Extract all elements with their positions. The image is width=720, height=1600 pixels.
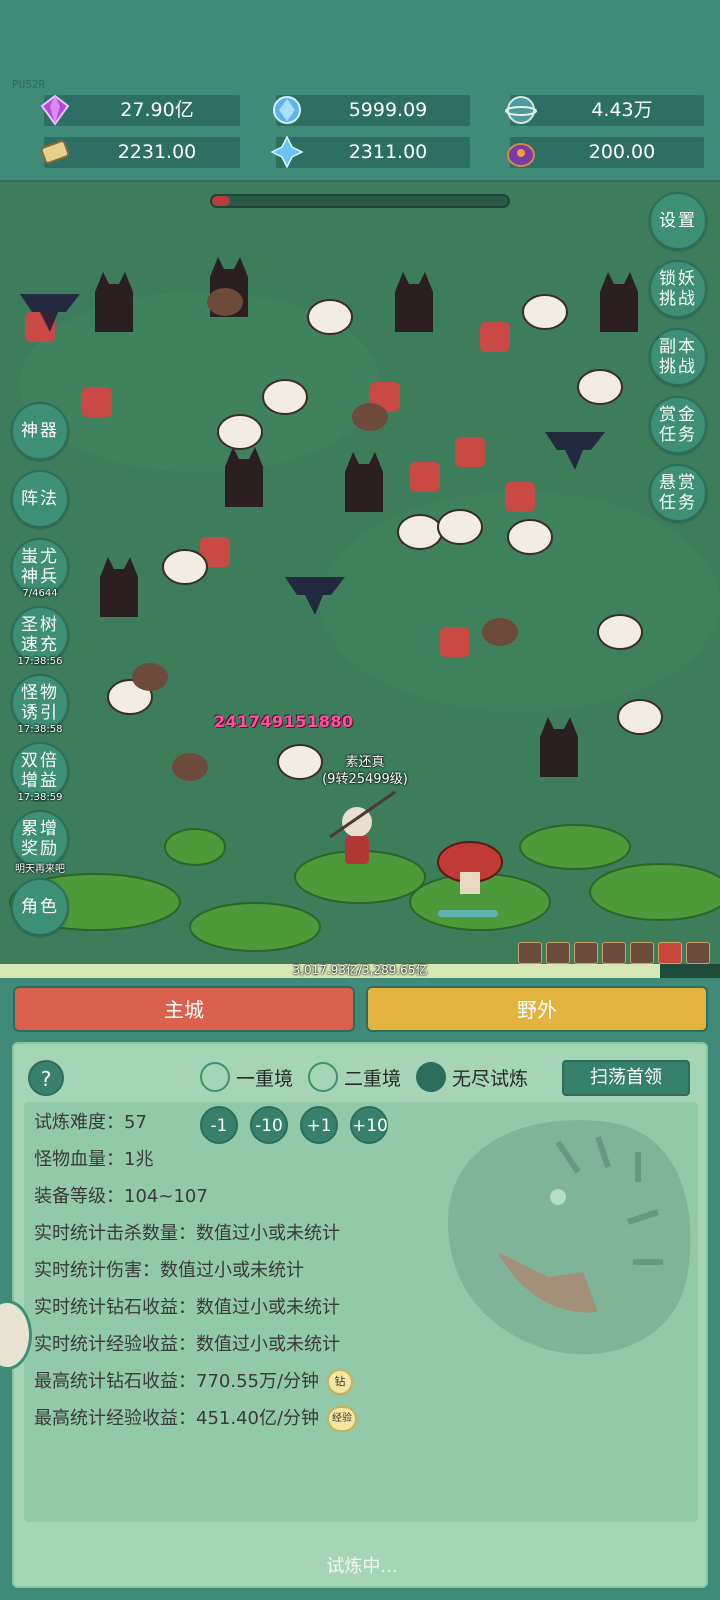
mode-tier-one-label: 一重境 [236,1067,294,1090]
chiyou-weapon-label: 蚩尤神兵 [21,547,59,587]
purple-gem-icon [40,94,70,126]
difficulty-plus-10-button[interactable]: +10 [350,1106,388,1144]
difficulty-plus-1-button[interactable]: +1 [300,1106,338,1144]
monster-lure-label: 怪物诱引 [21,683,59,723]
hero-name: 素还真 [345,755,385,770]
battle-scene [0,182,720,970]
realtime-diamond-row: 实时统计钻石收益：数值过小或未统计 [34,1297,340,1318]
double-buff-timer: 17:38:59 [17,792,63,803]
tiger-emblem-icon [448,1120,691,1355]
resource-pouch: 200.00 [507,137,704,168]
trial-status: 试炼中... [326,1556,398,1577]
dungeon-label: 副本挑战 [659,337,697,377]
resource-gem-value: 27.90亿 [120,99,194,121]
field-tab[interactable]: 野外 [366,986,708,1032]
equipment-level-row: 装备等级：104~107 [34,1186,208,1207]
difficulty-row: 试炼难度：57 [34,1110,147,1136]
difficulty-minus-1-button[interactable]: -1 [200,1106,238,1144]
main-city-tab[interactable]: 主城 [13,986,355,1032]
planet-orb-icon [505,96,537,124]
build-tag: PU52R [12,78,46,91]
dungeon-challenge-button[interactable]: 副本挑战 [649,328,707,386]
purple-pouch-icon [507,143,535,167]
difficulty-value: 57 [124,1112,147,1133]
reward-mission-button[interactable]: 悬赏任务 [649,464,707,522]
resource-ice-value: 2311.00 [348,141,428,163]
difficulty-label: 试炼难度： [34,1112,124,1133]
max-exp-text: 最高统计经验收益：451.40亿/分钟 [34,1408,320,1429]
formation-label: 阵法 [21,489,59,509]
monster-lure-timer: 17:38:58 [17,724,63,735]
character-button[interactable]: 角色 [11,878,69,936]
resource-pouch-value: 200.00 [588,141,656,163]
max-diamond-text: 最高统计钻石收益：770.55万/分钟 [34,1371,320,1392]
realtime-exp-row: 实时统计经验收益：数值过小或未统计 [34,1334,340,1355]
bounty-mission-button[interactable]: 赏金任务 [649,396,707,454]
radio-tier-two[interactable] [308,1062,338,1092]
double-buff-label: 双倍增益 [21,751,59,791]
mode-endless-trial[interactable]: 无尽试炼 [416,1062,528,1092]
realtime-kills-row: 实时统计击杀数量：数值过小或未统计 [34,1223,340,1244]
blue-crystal-icon [273,96,301,124]
sweep-boss-button[interactable]: 扫荡首领 [562,1060,690,1096]
settings-button[interactable]: 设置 [649,192,707,250]
mode-tier-one[interactable]: 一重境 [200,1062,293,1092]
stage-progress-fill [212,196,230,206]
exp-badge-icon: 经验 [327,1406,358,1432]
sacred-tree-label: 圣树速充 [21,615,59,655]
artifact-label: 神器 [21,421,59,441]
battle-field[interactable]: 设置 锁妖挑战 副本挑战 赏金任务 悬赏任务 神器 阵法 蚩尤神兵 7/4644… [0,180,720,970]
radio-endless-trial[interactable] [416,1062,446,1092]
resource-scroll: 2231.00 [40,137,240,168]
max-diamond-row: 最高统计钻石收益：770.55万/分钟钻 [34,1369,354,1395]
lock-demon-label: 锁妖挑战 [659,269,697,309]
mode-tier-two-label: 二重境 [344,1067,402,1090]
reward-label: 悬赏任务 [659,473,697,513]
bounty-label: 赏金任务 [659,405,697,445]
hero-nameplate: 素还真 (9转25499级) [300,754,430,788]
diamond-badge-icon: 钻 [327,1369,354,1395]
help-button[interactable]: ? [28,1060,64,1096]
resource-crystal-value: 5999.09 [348,99,428,121]
sacred-tree-timer: 17:38:56 [17,656,63,667]
bottom-panel: 主城 野外 ? 一重境 二重境 无尽试炼 扫荡首领 试炼难度：57 -1 -10… [0,978,720,1600]
resource-ice: 2311.00 [270,135,470,169]
formation-button[interactable]: 阵法 [11,470,69,528]
resource-scroll-value: 2231.00 [117,141,197,163]
scroll-icon [40,140,70,164]
radio-tier-one[interactable] [200,1062,230,1092]
cumulative-reward-label: 累增奖励 [21,819,59,859]
realtime-damage-row: 实时统计伤害：数值过小或未统计 [34,1260,304,1281]
resource-orb-value: 4.43万 [591,99,653,121]
trial-stats: 试炼难度：57 -1 -10 +1 +10 怪物血量：1兆 装备等级：104~1… [24,1102,698,1522]
hero-level: (9转25499级) [322,772,408,787]
ice-shard-icon [270,135,304,169]
lock-demon-challenge-button[interactable]: 锁妖挑战 [649,260,707,318]
chiyou-weapon-progress: 7/4644 [22,588,58,599]
max-exp-row: 最高统计经验收益：451.40亿/分钟 经验 [34,1406,358,1432]
resource-gem: 27.90亿 [40,94,240,126]
monster-hp-row: 怪物血量：1兆 [34,1149,154,1170]
artifact-button[interactable]: 神器 [11,402,69,460]
resource-orb: 4.43万 [505,95,704,126]
resource-header: PU52R 27.90亿 5999.09 4.43万 2231.00 2311.… [0,0,720,180]
experience-text: 3,017.93亿/3,289.65亿 [292,963,428,977]
damage-number: 241749151880 [214,712,354,731]
cumulative-reward-caption: 明天再来吧 [15,864,65,875]
resource-crystal: 5999.09 [273,95,470,126]
difficulty-minus-10-button[interactable]: -10 [250,1106,288,1144]
character-label: 角色 [21,897,59,917]
mode-endless-trial-label: 无尽试炼 [452,1067,529,1090]
settings-label: 设置 [659,211,697,231]
mode-tier-two[interactable]: 二重境 [308,1062,401,1092]
stage-progress-bar [210,194,510,208]
trial-panel: ? 一重境 二重境 无尽试炼 扫荡首领 试炼难度：57 -1 -10 +1 +1… [12,1042,708,1588]
